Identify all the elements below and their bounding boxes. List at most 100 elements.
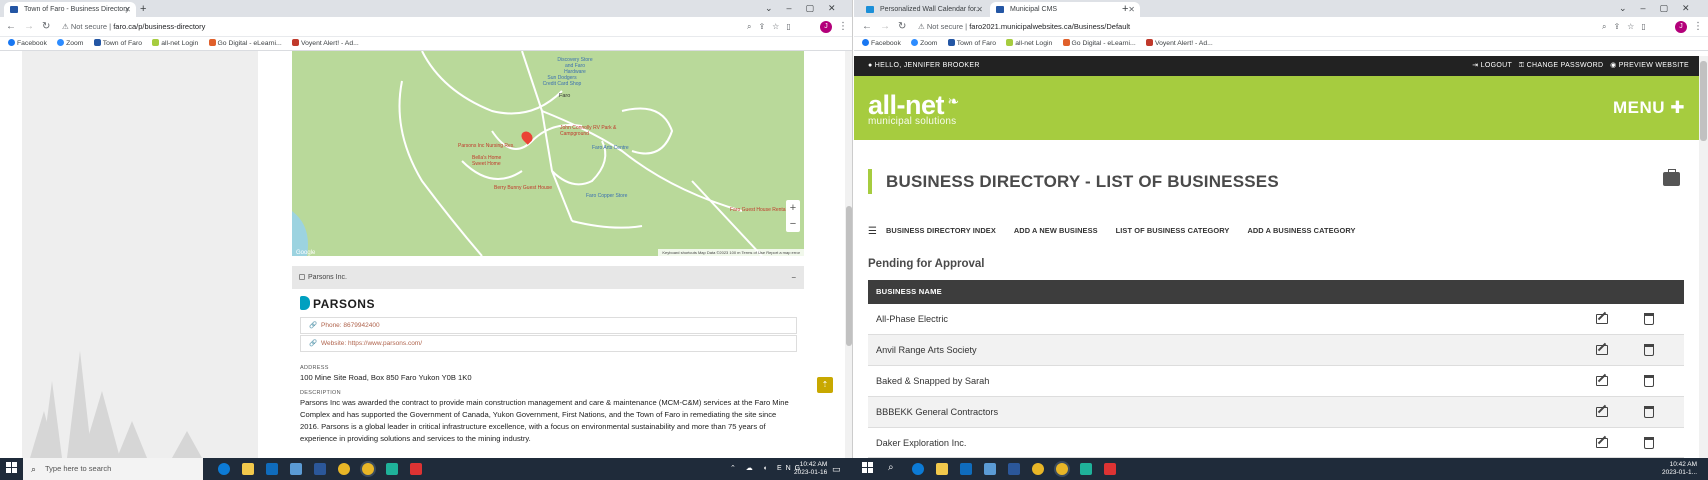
edit-icon[interactable] [1596, 438, 1608, 448]
taskbar-clock[interactable]: 10:42 AM 2023-01-1... [1662, 461, 1697, 477]
trash-icon[interactable] [1644, 313, 1654, 325]
more-menu-icon[interactable]: ⋮ [838, 20, 848, 34]
tree-silhouette-decoration [30, 351, 202, 458]
search-icon[interactable]: ⌕ [888, 462, 894, 473]
bookmark-voyent[interactable]: Voyent Alert! - Ad... [291, 37, 359, 51]
tab-wall-calendar[interactable]: Personalized Wall Calendar for... ✕ [860, 2, 988, 17]
bookmark-allnet-login[interactable]: all-net Login [152, 37, 198, 51]
trash-icon[interactable] [1644, 344, 1654, 356]
taskbar-clock[interactable]: 10:42 AM 2023-01-16 [794, 461, 827, 477]
collapse-icon[interactable]: − [791, 266, 796, 289]
edge-icon[interactable] [218, 463, 230, 475]
close-tab-icon[interactable]: ✕ [124, 2, 131, 17]
toolbar-icons[interactable]: ⌕⇪☆▯ [1602, 21, 1653, 33]
calendar-app-icon[interactable] [984, 463, 996, 475]
reload-icon[interactable]: ↻ [898, 20, 906, 34]
business-accordion-header[interactable]: Parsons Inc. − [292, 266, 804, 289]
zoom-in-button[interactable]: + [786, 200, 800, 216]
parsons-logo: PARSONS [300, 296, 375, 312]
trash-icon[interactable] [1644, 406, 1654, 418]
edit-icon[interactable] [1596, 407, 1608, 417]
location-map[interactable]: Discovery Store and Faro Hardware Sun Do… [292, 51, 804, 256]
subnav-directory-index[interactable]: BUSINESS DIRECTORY INDEX [886, 226, 996, 235]
window-controls[interactable]: ⌄–▢✕ [1619, 1, 1704, 15]
trash-icon[interactable] [1644, 375, 1654, 387]
url-field[interactable]: ⚠ Not secure | faro.ca/p/business-direct… [62, 21, 205, 33]
profile-avatar[interactable]: J [1675, 21, 1687, 33]
tab-faro-business-directory[interactable]: Town of Faro - Business Directory ✕ [4, 2, 136, 17]
scrollbar-thumb[interactable] [846, 206, 852, 346]
chrome-icon[interactable] [1032, 463, 1044, 475]
business-website[interactable]: 🔗 Website: https://www.parsons.com/ [300, 335, 797, 352]
bookmark-town-of-faro[interactable]: Town of Faro [93, 37, 142, 51]
back-icon[interactable]: ← [6, 20, 16, 34]
edit-icon[interactable] [1596, 376, 1608, 386]
back-icon[interactable]: ← [862, 20, 872, 34]
url-field[interactable]: ⚠ Not secure | faro2021.municipalwebsite… [918, 21, 1130, 33]
close-tab-icon[interactable]: ✕ [976, 2, 983, 17]
bookmark-go-digital[interactable]: Go Digital - eLearni... [1062, 37, 1136, 51]
new-tab-button[interactable]: + [1122, 2, 1128, 16]
scrollbar-thumb[interactable] [1700, 61, 1707, 141]
taskbar-search-input[interactable]: ⌕ Type here to search [23, 458, 203, 480]
edge-icon[interactable] [912, 463, 924, 475]
bookmark-zoom[interactable]: Zoom [57, 37, 83, 51]
subnav-add-category[interactable]: ADD A BUSINESS CATEGORY [1247, 226, 1355, 235]
scroll-top-button[interactable]: ⇡ [817, 377, 833, 393]
chrome-icon[interactable] [338, 463, 350, 475]
window-controls[interactable]: ⌄–▢✕ [765, 1, 850, 15]
business-phone[interactable]: 🔗 Phone: 8679942400 [300, 317, 797, 334]
map-footer[interactable]: Keyboard shortcuts Map Data ©2023 100 m … [658, 249, 804, 256]
edit-icon[interactable] [1596, 345, 1608, 355]
edit-icon[interactable] [1596, 314, 1608, 324]
acrobat-icon[interactable] [410, 463, 422, 475]
forward-icon[interactable]: → [24, 20, 34, 34]
bookmark-allnet-login[interactable]: all-net Login [1006, 37, 1052, 51]
calendar-app-icon[interactable] [290, 463, 302, 475]
file-explorer-icon[interactable] [242, 463, 254, 475]
outlook-icon[interactable] [266, 463, 278, 475]
hamburger-icon[interactable]: ☰ [868, 226, 877, 237]
bookmark-zoom[interactable]: Zoom [911, 37, 937, 51]
business-icon [299, 274, 305, 280]
menu-button[interactable]: MENU ✚ [1613, 98, 1685, 118]
preview-website-link[interactable]: ◉ PREVIEW WEBSITE [1610, 62, 1689, 69]
windows-start-icon[interactable] [862, 462, 874, 474]
acrobat-icon[interactable] [1104, 463, 1116, 475]
page-scrollbar[interactable] [1699, 56, 1708, 458]
voyent-icon [1145, 39, 1153, 46]
chrome-active-icon[interactable] [362, 463, 374, 475]
page-scrollbar[interactable] [845, 51, 852, 458]
zoom-out-button[interactable]: − [786, 216, 800, 232]
change-password-link[interactable]: ⚿ CHANGE PASSWORD [1519, 62, 1604, 69]
file-explorer-icon[interactable] [936, 463, 948, 475]
trash-icon[interactable] [1644, 437, 1654, 449]
profile-avatar[interactable]: J [820, 21, 832, 33]
close-tab-icon[interactable]: ✕ [1128, 2, 1135, 17]
word-icon[interactable] [314, 463, 326, 475]
allnet-logo[interactable]: all-net ❧ municipal solutions [868, 87, 959, 127]
bookmark-go-digital[interactable]: Go Digital - eLearni... [208, 37, 282, 51]
bookmark-town-of-faro[interactable]: Town of Faro [947, 37, 996, 51]
forward-icon[interactable]: → [880, 20, 890, 34]
publisher-icon[interactable] [386, 463, 398, 475]
new-tab-button[interactable]: + [140, 2, 146, 16]
logout-link[interactable]: ⇥ LOGOUT [1472, 62, 1512, 69]
subnav-list-category[interactable]: LIST OF BUSINESS CATEGORY [1116, 226, 1230, 235]
address-label: ADDRESS [300, 365, 329, 371]
windows-start-icon[interactable] [6, 462, 18, 474]
chrome-active-icon[interactable] [1056, 463, 1068, 475]
word-icon[interactable] [1008, 463, 1020, 475]
tab-municipal-cms[interactable]: Municipal CMS ✕ [990, 2, 1140, 17]
system-tray[interactable]: ⌃ ☁ ◖ ENG [730, 464, 804, 472]
bookmark-facebook[interactable]: Facebook [862, 37, 901, 51]
reload-icon[interactable]: ↻ [42, 20, 50, 34]
outlook-icon[interactable] [960, 463, 972, 475]
bookmark-facebook[interactable]: Facebook [8, 37, 47, 51]
publisher-icon[interactable] [1080, 463, 1092, 475]
toolbar-icons[interactable]: ⌕⇪☆▯ [747, 21, 798, 33]
subnav-add-business[interactable]: ADD A NEW BUSINESS [1014, 226, 1098, 235]
more-menu-icon[interactable]: ⋮ [1693, 20, 1703, 34]
bookmark-voyent[interactable]: Voyent Alert! - Ad... [1145, 37, 1213, 51]
notifications-icon[interactable]: ▭ [832, 464, 841, 475]
